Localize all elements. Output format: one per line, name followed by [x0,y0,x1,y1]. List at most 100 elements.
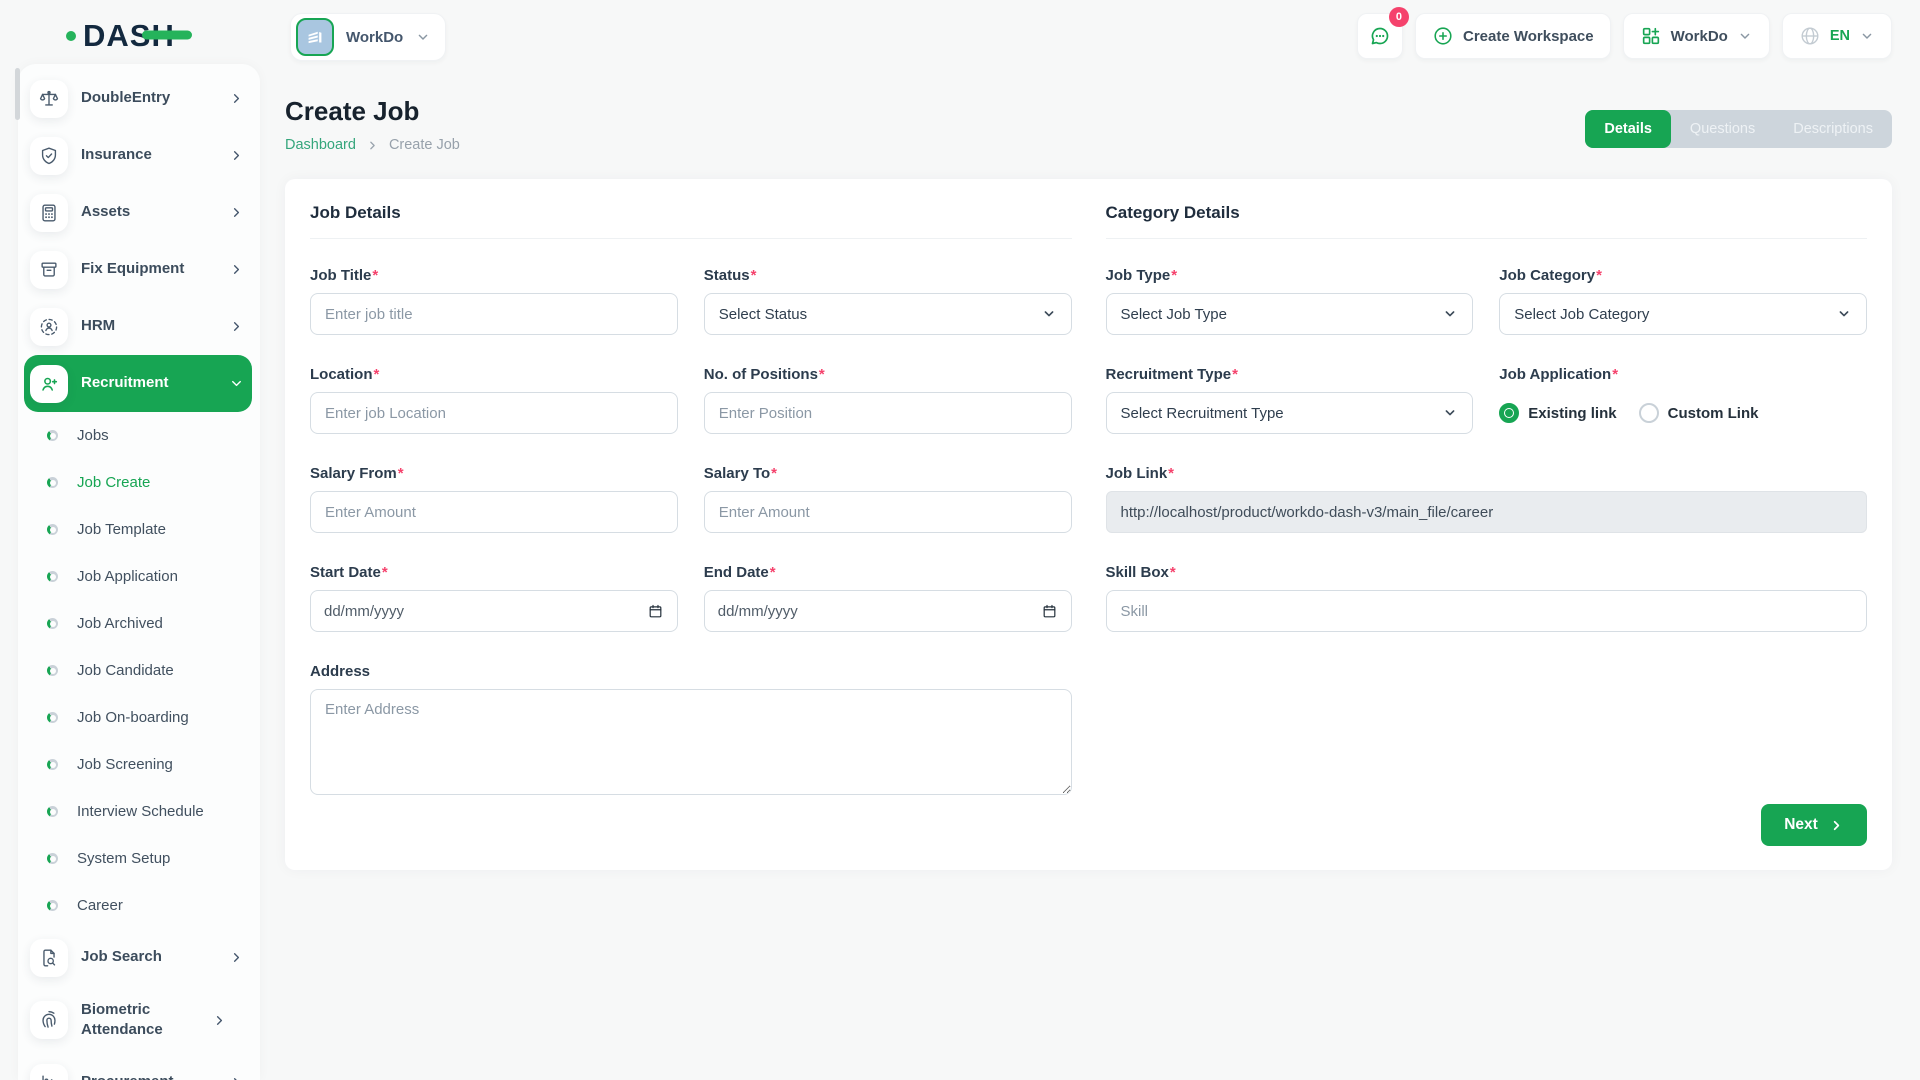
document-search-icon [30,939,68,977]
workspace-switcher[interactable]: WorkDo [290,13,446,61]
submenu-item-career[interactable]: Career [24,882,252,929]
chevron-down-icon [1442,405,1458,421]
chevron-down-icon [1859,28,1875,44]
status-select[interactable]: Select Status [704,293,1072,335]
tab-details[interactable]: Details [1585,110,1671,148]
submenu-item-job-candidate[interactable]: Job Candidate [24,647,252,694]
chevron-right-icon [229,91,244,106]
page-title: Create Job [285,96,460,127]
job-title-input[interactable] [310,293,678,335]
bullet-icon [47,853,58,864]
shield-check-icon [30,137,68,175]
submenu-item-job-template[interactable]: Job Template [24,506,252,553]
tab-questions[interactable]: Questions [1671,110,1774,148]
salary-to-input[interactable] [704,491,1072,533]
chevron-down-icon [1836,306,1852,322]
calendar-icon[interactable] [647,603,664,620]
submenu-item-job-application[interactable]: Job Application [24,553,252,600]
sidebar-item-biometric-attendance[interactable]: Biometric Attendance [24,986,252,1054]
job-title-label: Job Title [310,267,378,284]
chevron-down-icon [415,29,431,45]
submenu-item-job-onboarding[interactable]: Job On-boarding [24,694,252,741]
job-type-select[interactable]: Select Job Type [1106,293,1474,335]
language-selector[interactable]: EN [1782,13,1892,59]
positions-input[interactable] [704,392,1072,434]
calendar-icon[interactable] [1041,603,1058,620]
grid-plus-icon [1640,25,1662,47]
bullet-icon [47,430,58,441]
job-category-select[interactable]: Select Job Category [1499,293,1867,335]
globe-icon [1799,25,1821,47]
job-link-input [1106,491,1868,533]
create-workspace-button[interactable]: Create Workspace [1415,13,1611,59]
chevron-right-icon [229,262,244,277]
submenu-item-job-archived[interactable]: Job Archived [24,600,252,647]
chevron-right-icon [366,139,379,152]
sidebar-scrollbar[interactable] [15,68,20,120]
apps-menu-button[interactable]: WorkDo [1623,13,1770,59]
submenu-item-interview-schedule[interactable]: Interview Schedule [24,788,252,835]
sidebar-item-job-search[interactable]: Job Search [24,929,252,986]
recruitment-submenu: Jobs Job Create Job Template Job Applica… [24,412,252,929]
create-workspace-label: Create Workspace [1463,28,1594,45]
messages-button[interactable]: 0 [1357,13,1403,59]
radio-unselected-icon [1639,403,1659,423]
sidebar-item-doubleentry[interactable]: DoubleEntry [24,70,252,127]
end-date-input[interactable]: dd/mm/yyyy [704,590,1072,632]
radio-custom-link[interactable]: Custom Link [1639,403,1759,423]
submenu-item-system-setup[interactable]: System Setup [24,835,252,882]
workspace-name: WorkDo [346,29,403,46]
plus-circle-icon [1432,25,1454,47]
chevron-right-icon [229,148,244,163]
job-link-label: Job Link [1106,465,1175,482]
chevron-right-icon [229,205,244,220]
next-button[interactable]: Next [1761,804,1867,846]
recruitment-type-label: Recruitment Type [1106,366,1238,383]
start-date-input[interactable]: dd/mm/yyyy [310,590,678,632]
apps-menu-label: WorkDo [1671,28,1728,45]
chat-bubble-icon [1368,24,1392,48]
building-icon [296,18,334,56]
sidebar-item-recruitment[interactable]: Recruitment [24,355,252,412]
end-date-label: End Date [704,564,776,581]
percent-document-icon [30,1064,68,1080]
dash-logo[interactable]: DASH [66,20,175,51]
chevron-right-icon [229,1075,244,1080]
top-bar: DASH WorkDo 0 Create W [0,0,1920,72]
sidebar-item-hrm[interactable]: HRM [24,298,252,355]
form-step-tabs: Details Questions Descriptions [1585,110,1892,148]
breadcrumb-current: Create Job [389,137,460,153]
chevron-right-icon [212,1013,227,1028]
skill-input[interactable] [1106,590,1868,632]
location-input[interactable] [310,392,678,434]
chevron-right-icon [1829,818,1844,833]
tab-descriptions[interactable]: Descriptions [1774,110,1892,148]
location-label: Location [310,366,379,383]
address-label: Address [310,663,370,680]
sidebar-item-procurement[interactable]: Procurement [24,1054,252,1080]
submenu-item-job-screening[interactable]: Job Screening [24,741,252,788]
bullet-icon [47,477,58,488]
sidebar: DoubleEntry Insurance Assets [18,64,260,1080]
bullet-icon [47,618,58,629]
job-application-radio-group: Existing link Custom Link [1499,392,1867,434]
messages-badge: 0 [1389,7,1409,27]
sidebar-item-fix-equipment[interactable]: Fix Equipment [24,241,252,298]
salary-from-input[interactable] [310,491,678,533]
breadcrumb-dashboard-link[interactable]: Dashboard [285,137,356,153]
address-textarea[interactable] [310,689,1072,795]
section-title-job-details: Job Details [310,203,1072,239]
create-job-card: Job Details Job Title Status Select Stat… [285,179,1892,870]
bullet-icon [47,806,58,817]
bullet-icon [47,900,58,911]
job-category-label: Job Category [1499,267,1602,284]
submenu-item-jobs[interactable]: Jobs [24,412,252,459]
chevron-down-icon [1442,306,1458,322]
logo-dot [66,31,76,41]
radio-existing-link[interactable]: Existing link [1499,403,1616,423]
salary-to-label: Salary To [704,465,777,482]
submenu-item-job-create[interactable]: Job Create [24,459,252,506]
sidebar-item-assets[interactable]: Assets [24,184,252,241]
sidebar-item-insurance[interactable]: Insurance [24,127,252,184]
recruitment-type-select[interactable]: Select Recruitment Type [1106,392,1474,434]
